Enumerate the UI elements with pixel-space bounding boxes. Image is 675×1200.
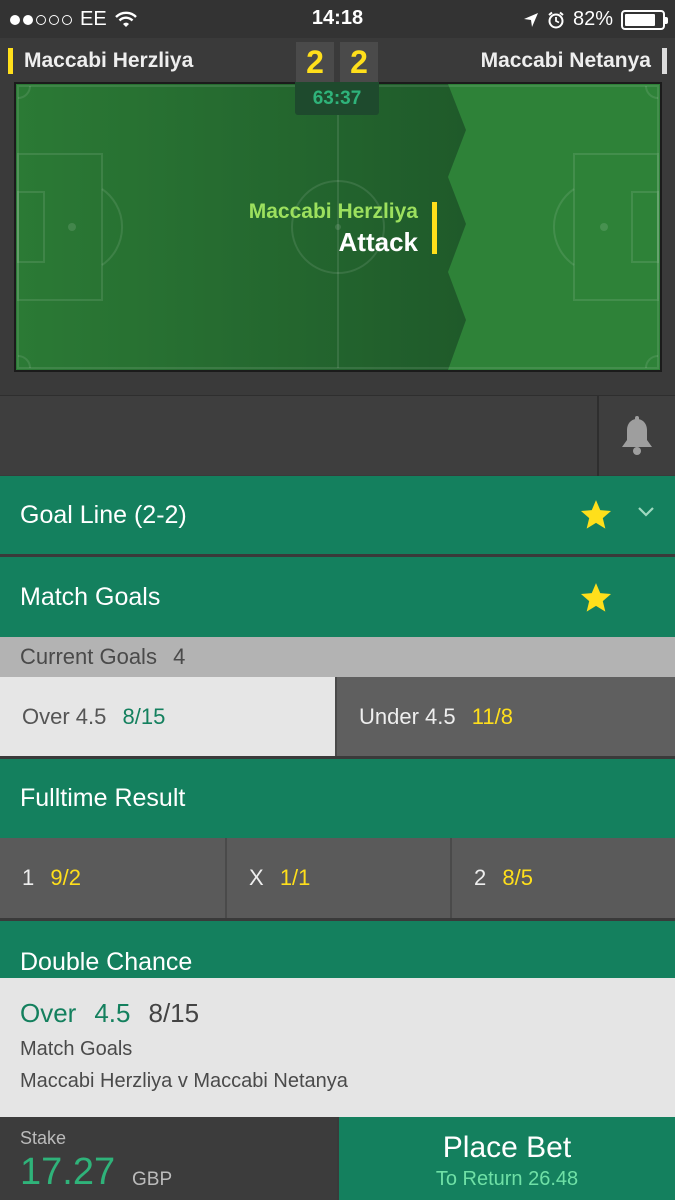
notifications-button[interactable] <box>597 396 675 476</box>
place-bet-button[interactable]: Place Bet To Return 26.48 <box>339 1117 675 1200</box>
stake-label: Stake <box>20 1128 67 1148</box>
away-team-name: Maccabi Netanya <box>481 48 667 74</box>
stake-value: 17.27 <box>20 1151 116 1193</box>
pitch-visualisation[interactable]: Maccabi Herzliya Attack <box>14 82 662 372</box>
current-goals-bar: Current Goals 4 <box>0 637 675 677</box>
battery-icon <box>621 9 668 30</box>
place-bet-label: Place Bet <box>442 1131 572 1164</box>
betslip-selection[interactable]: Over 4.5 8/15 Match Goals Maccabi Herzliya… <box>0 978 675 1117</box>
selection-odds: 11/8 <box>471 704 513 729</box>
selection-away-button[interactable]: 2 8/5 <box>450 838 675 918</box>
battery-percent: 82% <box>572 8 613 30</box>
fulltime-result-selections: 1 9/2 X 1/1 2 8/5 <box>0 838 675 918</box>
favourite-star-icon[interactable] <box>579 498 613 532</box>
market-header-goal-line[interactable]: Goal Line (2-2) <box>0 476 675 554</box>
match-toolbar <box>0 395 675 476</box>
betslip-odds: 8/15 <box>148 998 200 1028</box>
battery-fill <box>625 13 655 26</box>
betslip-market: Match Goals <box>20 1038 133 1060</box>
betslip-selection-line: Over 4.5 8/15 <box>20 998 199 1029</box>
match-clock: 63:37 <box>295 82 379 115</box>
selection-label: X <box>249 865 264 890</box>
status-right: 82% <box>523 8 668 31</box>
betslip-event: Maccabi Herzliya v Maccabi Netanya <box>20 1070 348 1092</box>
favourite-star-icon[interactable] <box>579 581 613 615</box>
selection-odds: 1/1 <box>279 865 311 890</box>
stake-currency: GBP <box>132 1169 173 1190</box>
market-title: Double Chance <box>20 948 193 976</box>
selection-over-button[interactable]: Over 4.5 8/15 <box>0 677 335 756</box>
attack-indicator-bar <box>432 202 437 254</box>
bell-icon <box>622 416 652 455</box>
match-goals-selections: Over 4.5 8/15 Under 4.5 11/8 <box>0 677 675 756</box>
selection-under-button[interactable]: Under 4.5 11/8 <box>337 677 675 756</box>
market-header-double-chance[interactable]: Double Chance <box>0 921 675 978</box>
location-arrow-icon <box>523 12 538 27</box>
away-score: 2 <box>340 42 378 82</box>
market-header-fulltime-result[interactable]: Fulltime Result <box>0 759 675 838</box>
attacking-team-name: Maccabi Herzliya <box>248 200 418 223</box>
selection-label: 1 <box>22 865 35 890</box>
market-header-match-goals[interactable]: Match Goals <box>0 557 675 637</box>
selection-home-button[interactable]: 1 9/2 <box>0 838 223 918</box>
attack-status-label: Attack <box>338 227 418 257</box>
selection-odds: 8/15 <box>122 704 166 729</box>
status-bar: EE 14:18 82% <box>0 0 675 38</box>
betslip-selection-name: Over <box>20 998 77 1028</box>
score-header: Maccabi Herzliya 2 2 Maccabi Netanya <box>0 38 675 82</box>
selection-label: Over 4.5 <box>22 704 107 729</box>
alarm-clock-icon <box>548 11 564 28</box>
market-title: Fulltime Result <box>20 784 186 812</box>
current-goals-label: Current Goals <box>20 644 157 669</box>
selection-odds: 8/5 <box>502 865 533 890</box>
home-score: 2 <box>296 42 334 82</box>
current-goals-value: 4 <box>173 644 186 669</box>
stake-input[interactable]: Stake 17.27 GBP <box>0 1117 337 1200</box>
selection-odds: 9/2 <box>50 865 81 890</box>
selection-label: 2 <box>474 865 487 890</box>
betslip-line-value: 4.5 <box>94 998 131 1028</box>
to-return-amount: To Return 26.48 <box>435 1168 579 1190</box>
market-title: Goal Line (2-2) <box>20 501 187 529</box>
home-team-name: Maccabi Herzliya <box>8 48 193 74</box>
selection-draw-button[interactable]: X 1/1 <box>225 838 448 918</box>
market-title: Match Goals <box>20 583 161 611</box>
chevron-down-icon[interactable] <box>637 506 655 518</box>
selection-label: Under 4.5 <box>359 704 456 729</box>
